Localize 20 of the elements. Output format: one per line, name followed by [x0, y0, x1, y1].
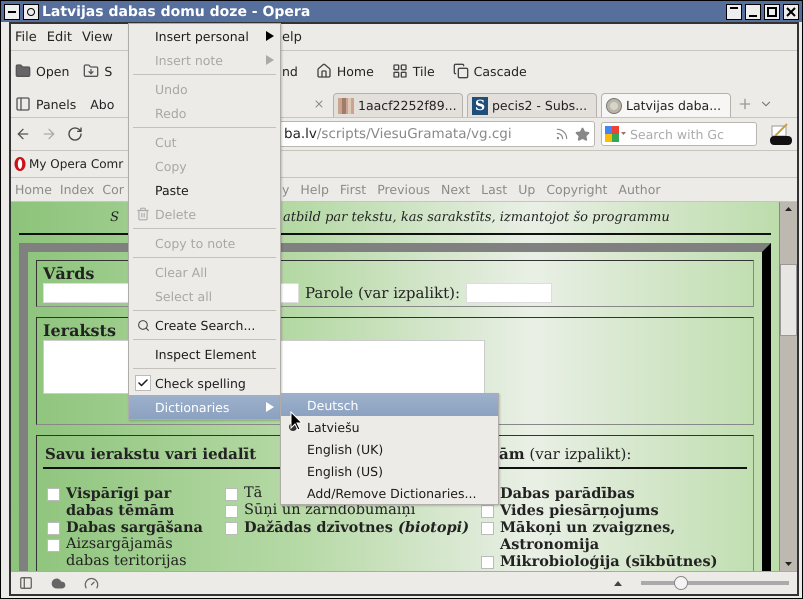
- url-text: ba.lv/scripts/ViesuGramata/vg.cgi: [284, 126, 513, 142]
- category-label: Tā: [244, 485, 262, 502]
- site-logo: S: [472, 96, 488, 114]
- category-heading: Savu ierakstu vari iedalīt: [45, 445, 258, 463]
- category-label: Sūņi un zarndobumaiņi: [244, 502, 416, 519]
- category-label: Dažādas dzīvotnes (biotopi): [244, 519, 470, 536]
- intro-text: S: [109, 210, 119, 225]
- category-label: Mikrobioloģija (sīkbūtnes): [500, 553, 718, 570]
- window-title: Latvijas dabas domu doze - Opera: [42, 4, 310, 20]
- category-label: Vides piesārņojums: [500, 502, 659, 519]
- entry-label: Ieraksts: [43, 321, 116, 340]
- category-label: Aizsargājamās dabas teritorijas: [66, 536, 188, 570]
- category-heading: ām (var izpalikt):: [499, 445, 632, 463]
- category-label: Vispārīgi par dabas tēmām: [66, 485, 176, 519]
- category-label: Dabas sargāšana: [66, 519, 203, 536]
- name-label: Vārds: [43, 264, 94, 283]
- category-label: Dabas parādības: [500, 485, 635, 502]
- intro-text: atbild par tekstu, kas sarakstīts, izmantojot šo programmu: [283, 210, 670, 225]
- password-label: Parole (var izpalikt):: [305, 284, 460, 302]
- category-label: Mākoņi un zvaigznes, Astronomija: [500, 519, 676, 553]
